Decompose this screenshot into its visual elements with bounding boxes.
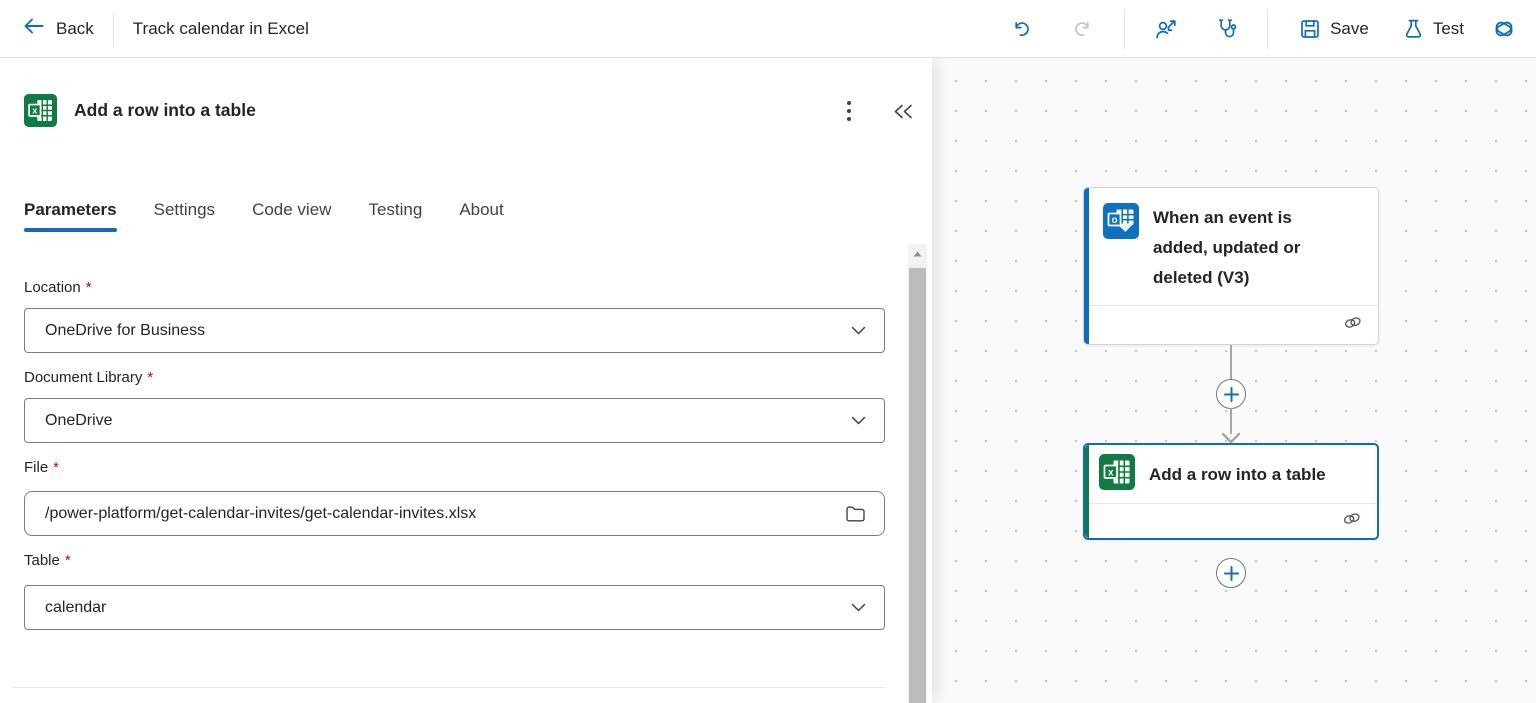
insert-step-button[interactable] [1216,379,1246,409]
test-button[interactable]: Test [1391,9,1476,49]
location-dropdown[interactable]: OneDrive for Business [24,308,885,353]
table-value: calendar [45,599,851,617]
action-config-panel: x Add a row into a table Parameters Sett… [0,58,932,703]
back-label: Back [56,19,94,39]
panel-menu-button[interactable] [834,96,864,126]
svg-text:o: o [1111,215,1117,226]
undo-icon [1011,19,1031,39]
vertical-ellipsis-icon [846,100,852,122]
stethoscope-icon [1215,17,1238,40]
flow-title: Track calendar in Excel [133,19,309,39]
chevron-down-icon [851,412,866,430]
double-chevron-left-icon [893,104,913,119]
document-library-dropdown[interactable]: OneDrive [24,398,885,443]
save-label: Save [1330,19,1369,39]
topbar-divider [1124,9,1125,49]
flow-checker-button[interactable] [1204,9,1248,49]
top-bar: Back Track calendar in Excel [0,0,1536,58]
required-asterisk: * [147,369,153,386]
connector-line [1230,345,1232,380]
file-input[interactable] [25,505,838,523]
tab-code-view[interactable]: Code view [252,190,331,240]
topbar-divider [113,12,114,46]
save-floppy-icon [1299,18,1321,40]
location-value: OneDrive for Business [45,322,851,340]
action-node-header: x Add a row into a table [1085,445,1377,503]
test-label: Test [1433,19,1464,39]
action-node-selected[interactable]: x Add a row into a table [1083,443,1379,540]
required-asterisk: * [53,459,59,476]
tab-about[interactable]: About [459,190,503,240]
scrollbar-up-button[interactable] [908,244,927,264]
trigger-node-title: When an event is added, updated or delet… [1153,203,1331,293]
location-label: Location* [24,279,92,296]
table-dropdown[interactable]: calendar [24,585,885,630]
action-node-footer [1089,503,1377,538]
back-button[interactable]: Back [22,17,94,40]
flow-canvas[interactable]: o When an event is added, updated or del… [932,58,1536,703]
topbar-actions: Save Test [999,9,1536,49]
required-asterisk: * [86,279,92,296]
svg-text:x: x [32,106,38,116]
test-flask-icon [1403,18,1424,40]
file-label: File* [24,459,59,476]
svg-text:x: x [1108,467,1114,478]
panel-bottom-divider [12,687,885,688]
copilot-icon [1491,16,1517,42]
undo-button[interactable] [999,9,1043,49]
panel-title: Add a row into a table [74,94,256,127]
collaborate-button[interactable] [1144,9,1188,49]
excel-connector-icon: x [1099,454,1135,495]
required-asterisk: * [65,552,71,569]
trigger-node-header: o When an event is added, updated or del… [1084,188,1378,303]
topbar-left: Back Track calendar in Excel [0,12,309,46]
panel-tabs: Parameters Settings Code view Testing Ab… [24,190,504,240]
panel-collapse-button[interactable] [886,96,920,126]
outlook-connector-icon: o [1103,203,1139,244]
document-library-label: Document Library* [24,369,153,386]
plus-icon [1224,566,1239,581]
chevron-down-icon [851,322,866,340]
save-button[interactable]: Save [1287,9,1381,49]
table-label: Table* [24,552,71,569]
file-picker-button[interactable] [838,497,872,531]
link-icon[interactable] [1342,315,1364,335]
excel-connector-icon: x [24,94,57,127]
file-field [24,491,885,536]
back-arrow-icon [22,17,45,40]
copilot-button[interactable] [1482,9,1526,49]
topbar-divider [1267,9,1268,49]
tab-settings[interactable]: Settings [154,190,215,240]
link-icon[interactable] [1341,511,1363,531]
document-library-value: OneDrive [45,412,851,430]
trigger-node[interactable]: o When an event is added, updated or del… [1083,187,1379,345]
scroll-up-arrow-icon [913,251,922,257]
trigger-node-footer [1089,305,1378,344]
action-node-title: Add a row into a table [1149,460,1326,490]
redo-button[interactable] [1061,9,1105,49]
plus-icon [1224,387,1239,402]
folder-icon [845,505,866,523]
tab-parameters[interactable]: Parameters [24,190,117,240]
tab-testing[interactable]: Testing [368,190,422,240]
scrollbar-thumb[interactable] [909,268,926,703]
collaborate-person-icon [1154,18,1178,40]
chevron-down-icon [851,599,866,617]
add-step-button[interactable] [1216,558,1246,588]
panel-scrollbar[interactable] [908,244,927,703]
redo-icon [1073,19,1093,39]
